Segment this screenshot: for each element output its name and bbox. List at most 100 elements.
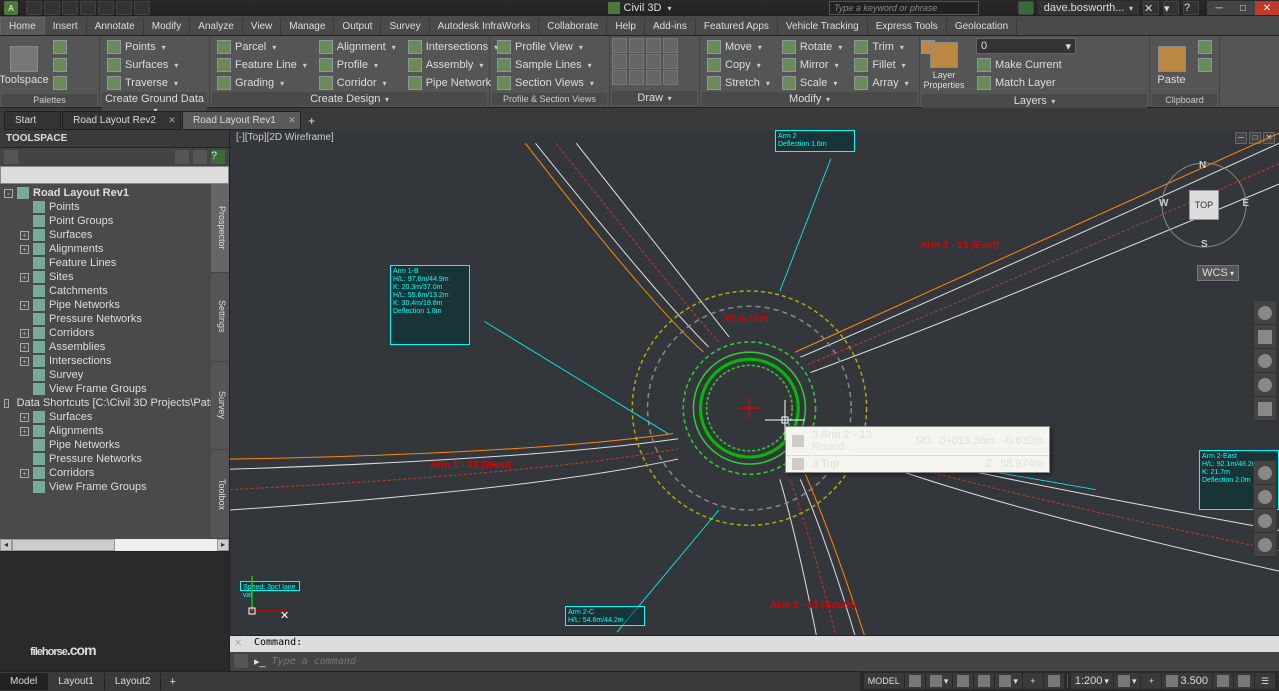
- panel-title-profile[interactable]: Profile & Section Views: [492, 93, 607, 105]
- rect-icon[interactable]: [646, 54, 661, 69]
- point-icon[interactable]: [663, 70, 678, 85]
- status-clean-icon[interactable]: ☰: [1255, 673, 1275, 689]
- viewcube[interactable]: TOP N S E W: [1159, 160, 1249, 250]
- curve-icon[interactable]: [663, 38, 678, 53]
- tree-item-11[interactable]: +Assemblies: [0, 340, 211, 354]
- tree-expand-icon[interactable]: +: [20, 245, 29, 254]
- hatch-icon[interactable]: [629, 70, 644, 85]
- modify-copy-button[interactable]: Copy▾: [702, 56, 775, 74]
- nav-zoom-icon[interactable]: [1254, 349, 1276, 373]
- qat-saveas-icon[interactable]: [80, 1, 96, 15]
- nav-orbit-icon[interactable]: [1254, 373, 1276, 397]
- qat-redo-icon[interactable]: [116, 1, 132, 15]
- status-grid-icon[interactable]: [905, 673, 925, 689]
- qat-undo-icon[interactable]: [98, 1, 114, 15]
- tree-item-20[interactable]: +Corridors: [0, 466, 211, 480]
- layout-tab-layout1[interactable]: Layout1: [48, 673, 105, 690]
- vc-west[interactable]: W: [1159, 198, 1168, 209]
- cmd-handle-icon[interactable]: [234, 654, 248, 668]
- palette-btn-2[interactable]: [48, 56, 72, 74]
- tree-item-1[interactable]: Points: [0, 200, 211, 214]
- menu-tab-collaborate[interactable]: Collaborate: [539, 18, 607, 35]
- design-grading-button[interactable]: Grading▾: [212, 74, 312, 92]
- ts-tool-icon-1[interactable]: [175, 150, 189, 164]
- status-scale[interactable]: 1:200 ▾: [1071, 673, 1113, 689]
- tree-item-16[interactable]: +Surfaces: [0, 410, 211, 424]
- vc-south[interactable]: S: [1201, 239, 1208, 250]
- tree-expand-icon[interactable]: +: [20, 343, 29, 352]
- toolspace-view-dropdown[interactable]: Active Drawing View▾: [0, 166, 229, 184]
- panel-title-palettes[interactable]: Palettes: [2, 94, 97, 106]
- tree-item-17[interactable]: +Alignments: [0, 424, 211, 438]
- modify-mirror-button[interactable]: Mirror▾: [777, 56, 847, 74]
- doc-tab-1[interactable]: Road Layout Rev2✕: [62, 111, 181, 130]
- menu-tab-autodesk-infraworks[interactable]: Autodesk InfraWorks: [430, 18, 540, 35]
- tree-expand-icon[interactable]: +: [20, 273, 29, 282]
- status-dyn-icon[interactable]: [1044, 673, 1064, 689]
- side-tab-settings[interactable]: Settings: [211, 273, 229, 362]
- match-layer-button[interactable]: Match Layer: [972, 74, 1061, 92]
- tree-expand-icon[interactable]: +: [20, 329, 29, 338]
- tree-item-3[interactable]: +Surfaces: [0, 228, 211, 242]
- menu-tab-view[interactable]: View: [243, 18, 282, 35]
- menu-tab-annotate[interactable]: Annotate: [87, 18, 144, 35]
- minimize-button[interactable]: ─: [1207, 1, 1231, 15]
- tree-item-9[interactable]: Pressure Networks: [0, 312, 211, 326]
- ts-home-icon[interactable]: [4, 150, 18, 164]
- tree-item-19[interactable]: Pressure Networks: [0, 452, 211, 466]
- modify-trim-button[interactable]: Trim▾: [849, 38, 913, 56]
- nav-pan-icon[interactable]: [1254, 325, 1276, 349]
- menu-tab-vehicle-tracking[interactable]: Vehicle Tracking: [778, 18, 868, 35]
- exchange-icon[interactable]: ✕: [1143, 1, 1159, 15]
- text-icon[interactable]: [646, 70, 661, 85]
- nav2-icon-4[interactable]: [1254, 533, 1276, 557]
- polyline-icon[interactable]: [646, 38, 661, 53]
- tree-expand-icon[interactable]: +: [20, 231, 29, 240]
- nav2-icon-2[interactable]: [1254, 485, 1276, 509]
- tree-item-12[interactable]: +Intersections: [0, 354, 211, 368]
- panel-title-modify[interactable]: Modify ▾: [702, 92, 917, 106]
- modify-move-button[interactable]: Move▾: [702, 38, 775, 56]
- status-gear-icon[interactable]: ▾: [1114, 673, 1141, 689]
- status-anno-icon[interactable]: 3.500: [1162, 673, 1212, 689]
- ucs-icon[interactable]: ✕: [242, 571, 292, 621]
- profile-profile-view-button[interactable]: Profile View▾: [492, 38, 599, 56]
- status-model[interactable]: MODEL: [864, 673, 904, 689]
- qat-save-icon[interactable]: [62, 1, 78, 15]
- tree-item-5[interactable]: Feature Lines: [0, 256, 211, 270]
- nav2-icon-1[interactable]: [1254, 461, 1276, 485]
- wcs-dropdown[interactable]: WCS ▾: [1197, 265, 1239, 281]
- cmd-close-icon[interactable]: ✕: [234, 638, 246, 650]
- panel-title-draw[interactable]: Draw ▾: [612, 91, 697, 105]
- doc-tab-add[interactable]: +: [302, 112, 322, 130]
- ground-traverse-button[interactable]: Traverse▾: [102, 74, 183, 92]
- menu-tab-home[interactable]: Home: [0, 17, 45, 35]
- design-parcel-button[interactable]: Parcel▾: [212, 38, 312, 56]
- vc-north[interactable]: N: [1199, 160, 1206, 171]
- menu-tab-manage[interactable]: Manage: [281, 18, 334, 35]
- tree-item-7[interactable]: Catchments: [0, 284, 211, 298]
- title-dropdown-icon[interactable]: ▾: [667, 4, 671, 13]
- design-feature-line-button[interactable]: Feature Line▾: [212, 56, 312, 74]
- menu-tab-modify[interactable]: Modify: [144, 18, 190, 35]
- menu-tab-survey[interactable]: Survey: [381, 18, 429, 35]
- doc-tab-close-2[interactable]: ✕: [288, 115, 296, 126]
- search-input[interactable]: Type a keyword or phrase: [829, 1, 979, 15]
- tree-item-0[interactable]: -Road Layout Rev1: [0, 186, 211, 200]
- status-polar-icon[interactable]: [974, 673, 994, 689]
- close-button[interactable]: ✕: [1255, 1, 1279, 15]
- paste-button[interactable]: Paste: [1152, 38, 1191, 94]
- qat-open-icon[interactable]: [44, 1, 60, 15]
- menu-tab-help[interactable]: Help: [607, 18, 645, 35]
- drawing-canvas[interactable]: [-][Top][2D Wireframe] ─ □ ✕: [230, 130, 1279, 671]
- ground-surfaces-button[interactable]: Surfaces▾: [102, 56, 183, 74]
- signin-icon[interactable]: [1018, 1, 1034, 15]
- tree-expand-icon[interactable]: +: [20, 413, 29, 422]
- palette-btn-1[interactable]: [48, 38, 72, 56]
- menu-tab-output[interactable]: Output: [334, 18, 381, 35]
- app-icon[interactable]: A: [4, 1, 18, 15]
- nav-wheel-icon[interactable]: [1254, 301, 1276, 325]
- menu-tab-add-ins[interactable]: Add-ins: [645, 18, 696, 35]
- status-cust-icon[interactable]: [1234, 673, 1254, 689]
- modify-rotate-button[interactable]: Rotate▾: [777, 38, 847, 56]
